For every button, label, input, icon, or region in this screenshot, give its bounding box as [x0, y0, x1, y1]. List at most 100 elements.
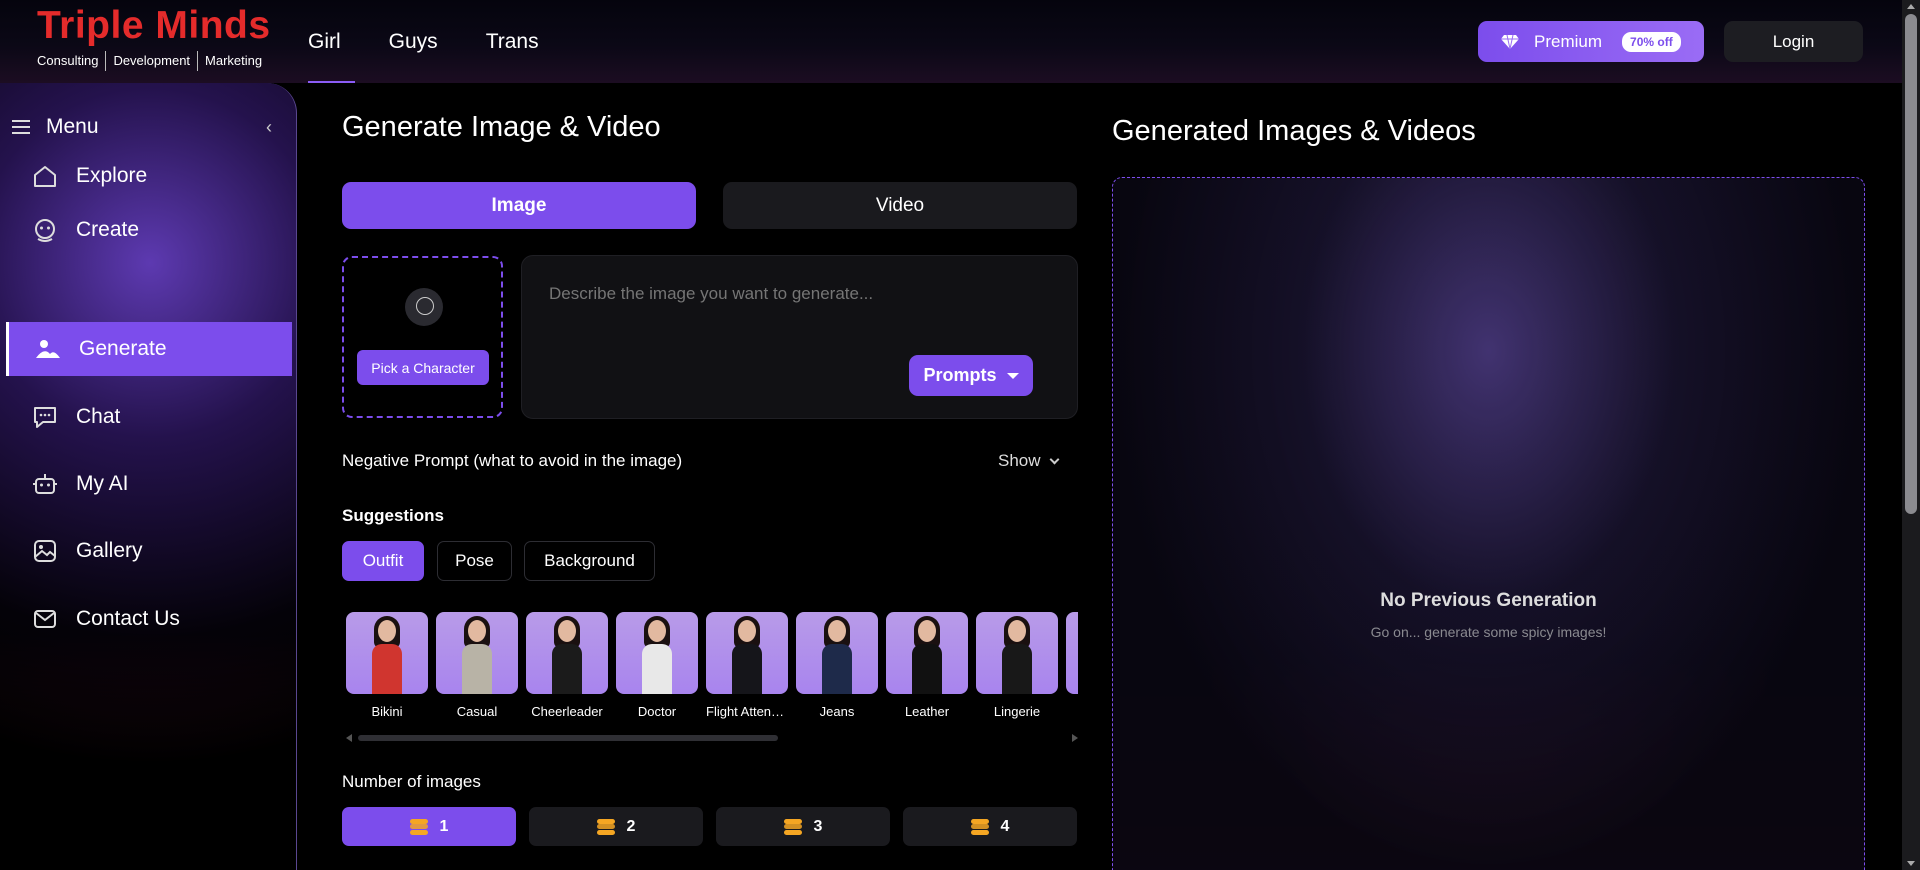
sidebar-item-gallery[interactable]: Gallery	[6, 524, 292, 578]
sidebar-item-my-ai[interactable]: My AI	[6, 457, 292, 511]
premium-label: Premium	[1534, 31, 1603, 51]
category-nav: Girl Guys Trans	[308, 0, 587, 83]
home-icon	[34, 166, 56, 187]
topnav-girl[interactable]: Girl	[308, 0, 355, 83]
outfit-label: Doctor	[637, 704, 677, 719]
outfit-label: Flight Attendant	[706, 704, 788, 719]
topnav-trans[interactable]: Trans	[486, 0, 539, 83]
outfit-thumbnail	[796, 612, 878, 694]
menu-label: Menu	[46, 115, 99, 138]
scroll-down-icon[interactable]	[1907, 861, 1915, 866]
outfit-label: Cheerleader	[531, 704, 603, 719]
outfit-card[interactable]: Lingerie	[976, 612, 1058, 719]
sidebar-item-chat[interactable]: Chat	[6, 390, 292, 444]
prompt-box: Prompts	[521, 255, 1078, 419]
hamburger-icon[interactable]	[12, 120, 30, 134]
outfit-thumbnail	[706, 612, 788, 694]
negative-prompt-label: Negative Prompt (what to avoid in the im…	[342, 451, 683, 470]
menu-header: Menu ‹	[12, 115, 272, 139]
outfit-thumbnail	[976, 612, 1058, 694]
login-button[interactable]: Login	[1724, 21, 1863, 62]
page-title: Generate Image & Video	[342, 111, 661, 143]
suggestions-label: Suggestions	[342, 506, 445, 525]
image-count-2[interactable]: 2	[529, 807, 703, 846]
brand-name: Triple Minds	[37, 4, 271, 47]
outfit-card[interactable]: Casual	[436, 612, 518, 719]
page-scrollbar[interactable]	[1902, 0, 1920, 870]
outfit-card[interactable]: Flight Attendant	[706, 612, 788, 719]
discount-badge: 70% off	[1622, 31, 1681, 52]
sidebar-item-generate[interactable]: Generate	[6, 322, 292, 376]
sidebar-item-create[interactable]: Create	[6, 203, 292, 257]
prompts-label: Prompts	[923, 365, 997, 385]
sidebar-item-label: Gallery	[76, 539, 143, 562]
scroll-up-icon[interactable]	[1907, 4, 1915, 9]
outfit-card-partial[interactable]	[1066, 612, 1078, 694]
tab-video[interactable]: Video	[723, 182, 1077, 229]
image-count-3[interactable]: 3	[716, 807, 890, 846]
collapse-icon[interactable]: ‹	[266, 117, 272, 138]
outfit-label: Lingerie	[993, 704, 1041, 719]
chip-outfit[interactable]: Outfit	[342, 541, 424, 581]
scroll-left-icon[interactable]	[346, 734, 352, 742]
outfit-scrollbar[interactable]	[346, 734, 1078, 742]
chat-icon	[34, 407, 56, 428]
chip-pose[interactable]: Pose	[437, 541, 512, 581]
outfit-card[interactable]: Leather	[886, 612, 968, 719]
negative-prompt-toggle[interactable]: Show	[998, 451, 1059, 471]
image-count-4[interactable]: 4	[903, 807, 1077, 846]
pick-character-button[interactable]: Pick a Character	[357, 350, 489, 385]
prompt-input[interactable]	[549, 284, 1049, 304]
avatar-placeholder-icon	[405, 288, 443, 326]
image-count-label: 1	[439, 817, 449, 835]
brand-logo[interactable]: Triple Minds Consulting Development Mark…	[37, 4, 287, 71]
scroll-right-icon[interactable]	[1072, 734, 1078, 742]
top-header: Triple Minds Consulting Development Mark…	[0, 0, 1902, 83]
outfit-thumbnail	[1066, 612, 1078, 694]
outfit-label: Bikini	[371, 704, 403, 719]
outfit-label: Leather	[904, 704, 950, 719]
outfit-label: Jeans	[819, 704, 855, 719]
create-icon	[35, 219, 55, 242]
outfit-thumbnail	[616, 612, 698, 694]
stack-icon	[783, 818, 802, 835]
outfit-thumbnail	[436, 612, 518, 694]
sidebar-item-contact-us[interactable]: Contact Us	[6, 592, 292, 646]
image-count-1[interactable]: 1	[342, 807, 516, 846]
chevron-down-icon	[1049, 454, 1059, 464]
outfit-card[interactable]: Jeans	[796, 612, 878, 719]
premium-button[interactable]: Premium 70% off	[1478, 21, 1704, 62]
tab-image[interactable]: Image	[342, 182, 696, 229]
stack-icon	[970, 818, 989, 835]
brand-tag: Marketing	[205, 53, 263, 68]
stack-icon	[596, 818, 615, 835]
chip-background[interactable]: Background	[524, 541, 655, 581]
outfit-carousel: Bikini Casual Cheerleader Doctor Flight Atte…	[346, 612, 1078, 720]
generate-icon	[36, 340, 60, 358]
page-scrollbar-thumb[interactable]	[1905, 14, 1917, 514]
diamond-icon	[1501, 34, 1519, 49]
sidebar-item-label: Generate	[79, 337, 167, 360]
generated-title: Generated Images & Videos	[1112, 115, 1476, 147]
number-of-images-label: Number of images	[342, 772, 481, 791]
character-picker[interactable]: Pick a Character	[342, 256, 503, 418]
sidebar-item-label: My AI	[76, 472, 129, 495]
brand-tag: Consulting	[37, 51, 107, 71]
outfit-label: Casual	[456, 704, 498, 719]
outfit-thumbnail	[346, 612, 428, 694]
prompts-button[interactable]: Prompts	[909, 355, 1033, 396]
outfit-card[interactable]: Bikini	[346, 612, 428, 719]
stack-icon	[409, 818, 428, 835]
brand-tags: Consulting Development Marketing	[37, 51, 287, 71]
outfit-card[interactable]: Cheerleader	[526, 612, 608, 719]
mail-icon	[34, 610, 56, 628]
image-count-label: 4	[1000, 817, 1010, 835]
outfit-thumbnail	[526, 612, 608, 694]
generated-results-area: No Previous Generation Go on... generate…	[1112, 177, 1865, 870]
image-count-label: 3	[813, 817, 823, 835]
sidebar-item-label: Chat	[76, 405, 121, 428]
outfit-card[interactable]: Doctor	[616, 612, 698, 719]
topnav-guys[interactable]: Guys	[389, 0, 438, 83]
sidebar-item-explore[interactable]: Explore	[6, 149, 292, 203]
scrollbar-thumb[interactable]	[358, 735, 778, 741]
